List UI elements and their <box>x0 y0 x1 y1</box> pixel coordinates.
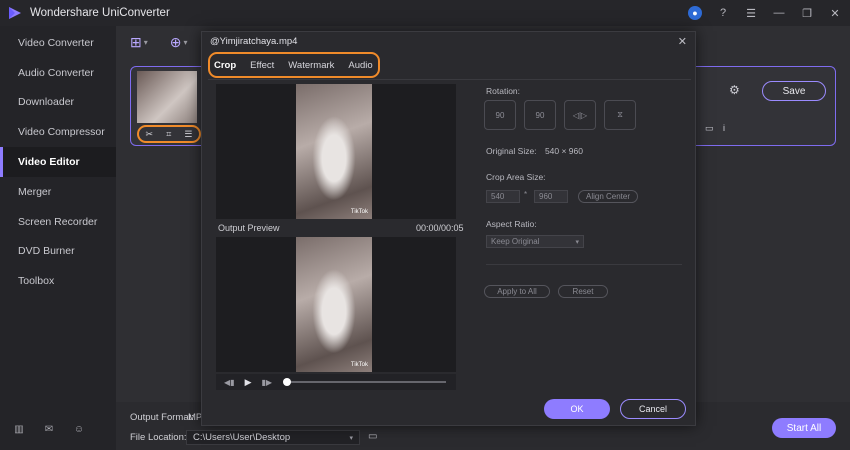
edit-dialog: @Yimjiratchaya.mp4 ✕ Crop Effect Waterma… <box>201 31 696 426</box>
output-format-label: Output Format: <box>130 412 194 423</box>
align-center-button[interactable]: Align Center <box>578 190 638 203</box>
mail-icon[interactable]: ✉ <box>42 422 56 436</box>
crop-separator: * <box>524 190 528 199</box>
reset-button[interactable]: Reset <box>558 285 608 298</box>
sidebar-item-toolbox[interactable]: Toolbox <box>0 266 116 296</box>
output-preview: TikTok <box>216 237 456 372</box>
user-account-icon[interactable]: ● <box>688 6 702 20</box>
next-frame-icon[interactable]: ▮▶ <box>261 378 272 387</box>
help-icon[interactable]: ? <box>716 6 730 20</box>
tab-audio[interactable]: Audio <box>348 60 372 71</box>
apply-to-all-button[interactable]: Apply to All <box>484 285 550 298</box>
sidebar-item-dvd-burner[interactable]: DVD Burner <box>0 237 116 267</box>
tiktok-watermark-output: TikTok <box>350 362 368 368</box>
start-all-button[interactable]: Start All <box>772 418 836 438</box>
settings-gear-icon[interactable]: ⚙ <box>729 83 740 97</box>
subtitle-icon[interactable]: ▭ <box>705 123 714 134</box>
crop-icon[interactable]: ⌗ <box>166 129 171 140</box>
flip-vertical-button[interactable]: ⧖ <box>604 100 636 130</box>
file-location-value: C:\Users\User\Desktop <box>193 432 291 443</box>
video-frame: TikTok <box>296 84 372 219</box>
play-icon[interactable]: ▶ <box>245 377 252 388</box>
window-controls: ● ? ☰ — ❐ ✕ <box>688 0 842 26</box>
file-location-label: File Location: <box>130 432 187 443</box>
info-icon[interactable]: i <box>723 123 725 133</box>
rotate-right-icon: 90 <box>535 110 545 120</box>
sidebar-item-video-converter[interactable]: Video Converter <box>0 28 116 58</box>
player-controls: ◀▮ ▶ ▮▶ <box>216 374 456 390</box>
progress-bar[interactable] <box>283 378 447 386</box>
rotate-left-icon: 90 <box>495 110 505 120</box>
save-button[interactable]: Save <box>762 81 826 101</box>
sidebar-item-screen-recorder[interactable]: Screen Recorder <box>0 207 116 237</box>
output-format-select[interactable]: MP <box>188 410 202 425</box>
output-video-frame: TikTok <box>296 237 372 372</box>
file-location-field[interactable]: C:\Users\User\Desktop ▾ <box>186 430 360 445</box>
minimize-icon[interactable]: — <box>772 6 786 20</box>
flip-horizontal-icon: ◁|▷ <box>572 110 588 120</box>
chevron-down-icon: ▾ <box>575 238 579 246</box>
book-icon[interactable]: ▥ <box>12 422 26 436</box>
previous-frame-icon[interactable]: ◀▮ <box>224 378 235 387</box>
menu-icon[interactable]: ☰ <box>744 6 758 20</box>
tab-crop[interactable]: Crop <box>214 60 236 71</box>
video-thumbnail[interactable] <box>137 71 197 123</box>
tab-effect[interactable]: Effect <box>250 60 274 71</box>
flip-vertical-icon: ⧖ <box>617 110 623 119</box>
tiktok-watermark: TikTok <box>350 209 368 215</box>
tab-watermark[interactable]: Watermark <box>288 60 334 71</box>
time-display: 00:00/00:05 <box>416 223 464 233</box>
crop-width-input[interactable]: 540 <box>486 190 520 203</box>
sidebar: Video Converter Audio Converter Download… <box>0 26 116 450</box>
original-size-value: 540 × 960 <box>544 146 583 156</box>
sidebar-item-merger[interactable]: Merger <box>0 177 116 207</box>
crop-height-input[interactable]: 960 <box>534 190 568 203</box>
add-file-icon[interactable]: ⊞ ▾ <box>130 34 148 51</box>
progress-handle[interactable] <box>283 378 292 386</box>
sidebar-bottom-icons: ▥ ✉ ☺ <box>12 422 86 436</box>
app-title: Wondershare UniConverter <box>30 7 170 19</box>
trim-icon[interactable]: ✂ <box>146 129 154 140</box>
chevron-down-icon[interactable]: ▾ <box>349 434 353 442</box>
original-size: Original Size: 540 × 960 <box>486 146 583 156</box>
rotate-right-button[interactable]: 90 <box>524 100 556 130</box>
sidebar-item-downloader[interactable]: Downloader <box>0 88 116 118</box>
rotate-left-button[interactable]: 90 <box>484 100 516 130</box>
panel-divider <box>486 264 682 265</box>
app-logo-icon <box>9 7 21 19</box>
effects-icon[interactable]: ☰ <box>184 129 192 140</box>
title-bar: Wondershare UniConverter ● ? ☰ — ❐ ✕ <box>0 0 850 26</box>
tab-bar: Crop Effect Watermark Audio <box>208 52 380 78</box>
ok-button[interactable]: OK <box>544 399 610 419</box>
crop-preview[interactable]: TikTok <box>216 84 456 219</box>
sidebar-item-video-editor[interactable]: Video Editor <box>0 147 116 177</box>
restore-icon[interactable]: ❐ <box>800 6 814 20</box>
add-media-icon[interactable]: ⊕ ▾ <box>170 34 188 51</box>
aspect-ratio-select[interactable]: Keep Original ▾ <box>486 235 584 248</box>
flip-horizontal-button[interactable]: ◁|▷ <box>564 100 596 130</box>
tab-divider <box>208 79 691 80</box>
output-preview-label: Output Preview <box>218 223 280 233</box>
original-size-label: Original Size: <box>486 146 537 156</box>
toolbar: ⊞ ▾ ⊕ ▾ <box>130 34 188 51</box>
close-icon[interactable]: ✕ <box>678 35 687 48</box>
sidebar-item-audio-converter[interactable]: Audio Converter <box>0 58 116 88</box>
close-window-icon[interactable]: ✕ <box>828 6 842 20</box>
edit-tools-group: ✂ ⌗ ☰ <box>137 125 201 143</box>
aspect-ratio-value: Keep Original <box>491 237 540 246</box>
rotation-label: Rotation: <box>486 86 521 96</box>
cancel-button[interactable]: Cancel <box>620 399 686 419</box>
aspect-ratio-label: Aspect Ratio: <box>486 219 537 229</box>
dialog-title: @Yimjiratchaya.mp4 <box>210 36 298 47</box>
sidebar-item-video-compressor[interactable]: Video Compressor <box>0 117 116 147</box>
crop-area-label: Crop Area Size: <box>486 172 546 182</box>
folder-icon[interactable]: ▭ <box>368 431 377 442</box>
feedback-icon[interactable]: ☺ <box>72 422 86 436</box>
